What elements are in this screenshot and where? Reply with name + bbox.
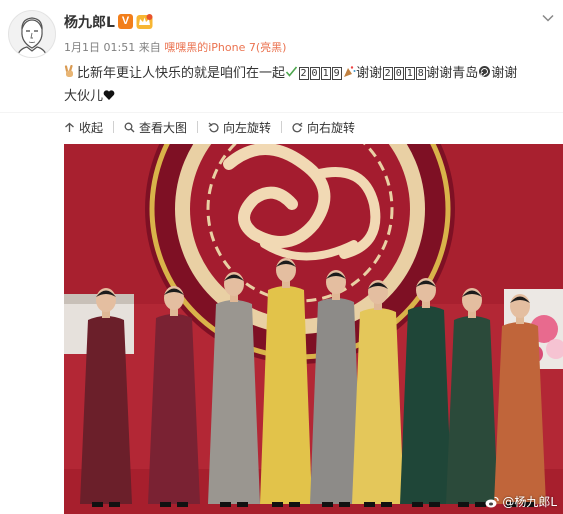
post-meta: 1月1日 01:51 来自 嘿嘿黑的iPhone 7(亮黑) [64,39,286,55]
collapse-label: 收起 [79,120,104,135]
vip-crown-icon[interactable] [136,13,153,30]
post-text-part2: 谢谢 [356,66,383,81]
digit-box: 0 [309,67,320,80]
toolbar-divider [281,121,283,133]
post-text-part3: 谢谢青岛 [426,66,479,81]
author-name[interactable]: 杨九郎L [64,12,115,32]
checkmark-emoji-icon [285,66,298,77]
digit-box: 9 [331,67,342,80]
post-source[interactable]: 嘿嘿黑的iPhone 7(亮黑) [164,41,286,54]
author-avatar[interactable] [8,10,56,58]
arrow-up-icon [65,122,74,132]
view-large-button[interactable]: 查看大图 [124,119,187,136]
toolbar-divider [113,121,115,133]
group-photo-image [64,144,563,514]
post-text-part1: 比新年更让人快乐的就是咱们在一起 [77,66,286,81]
post-text: 比新年更让人快乐的就是咱们在一起 2019 谢谢 2 0 1 8 谢谢青岛 谢谢 大伙儿 [64,62,554,108]
digit-box: 1 [404,67,415,80]
digit-box: 2 [298,67,309,80]
digit-box: 1 [320,67,331,80]
swirl-emoji-icon [479,66,491,77]
rotate-right-icon [292,122,303,132]
digit-box: 0 [393,67,404,80]
watermark-text: @杨九郎L [502,495,557,509]
view-large-label: 查看大图 [139,120,188,135]
chevron-down-icon[interactable] [541,10,555,24]
verified-badge[interactable]: V [118,14,133,29]
digit-box: 2 [382,67,393,80]
image-toolbar: 收起 查看大图 向左旋转 向右旋转 [64,118,355,136]
post-photo[interactable]: @杨九郎L [64,144,563,514]
photo-watermark: @杨九郎L [485,493,557,510]
toolbar-divider [197,121,199,133]
post-text-part4: 谢谢 [491,66,518,81]
rotate-left-icon [208,122,219,132]
black-heart-emoji-icon [103,90,115,100]
post-text-line2: 大伙儿 [64,89,104,104]
rotate-right-button[interactable]: 向右旋转 [292,119,355,136]
rotate-left-label: 向左旋转 [223,120,272,135]
digit-box: 8 [415,67,426,80]
rotate-right-label: 向右旋转 [307,120,356,135]
rotate-left-button[interactable]: 向左旋转 [208,119,271,136]
avatar-sketch-icon [16,17,48,57]
source-prefix: 来自 [138,41,161,54]
collapse-button[interactable]: 收起 [64,119,103,136]
post-time[interactable]: 1月1日 01:51 [64,41,135,54]
victory-hand-emoji-icon [64,64,73,77]
confetti-emoji-icon [344,66,356,77]
weibo-logo-icon [485,496,499,507]
divider [0,112,563,113]
search-icon [124,122,135,132]
